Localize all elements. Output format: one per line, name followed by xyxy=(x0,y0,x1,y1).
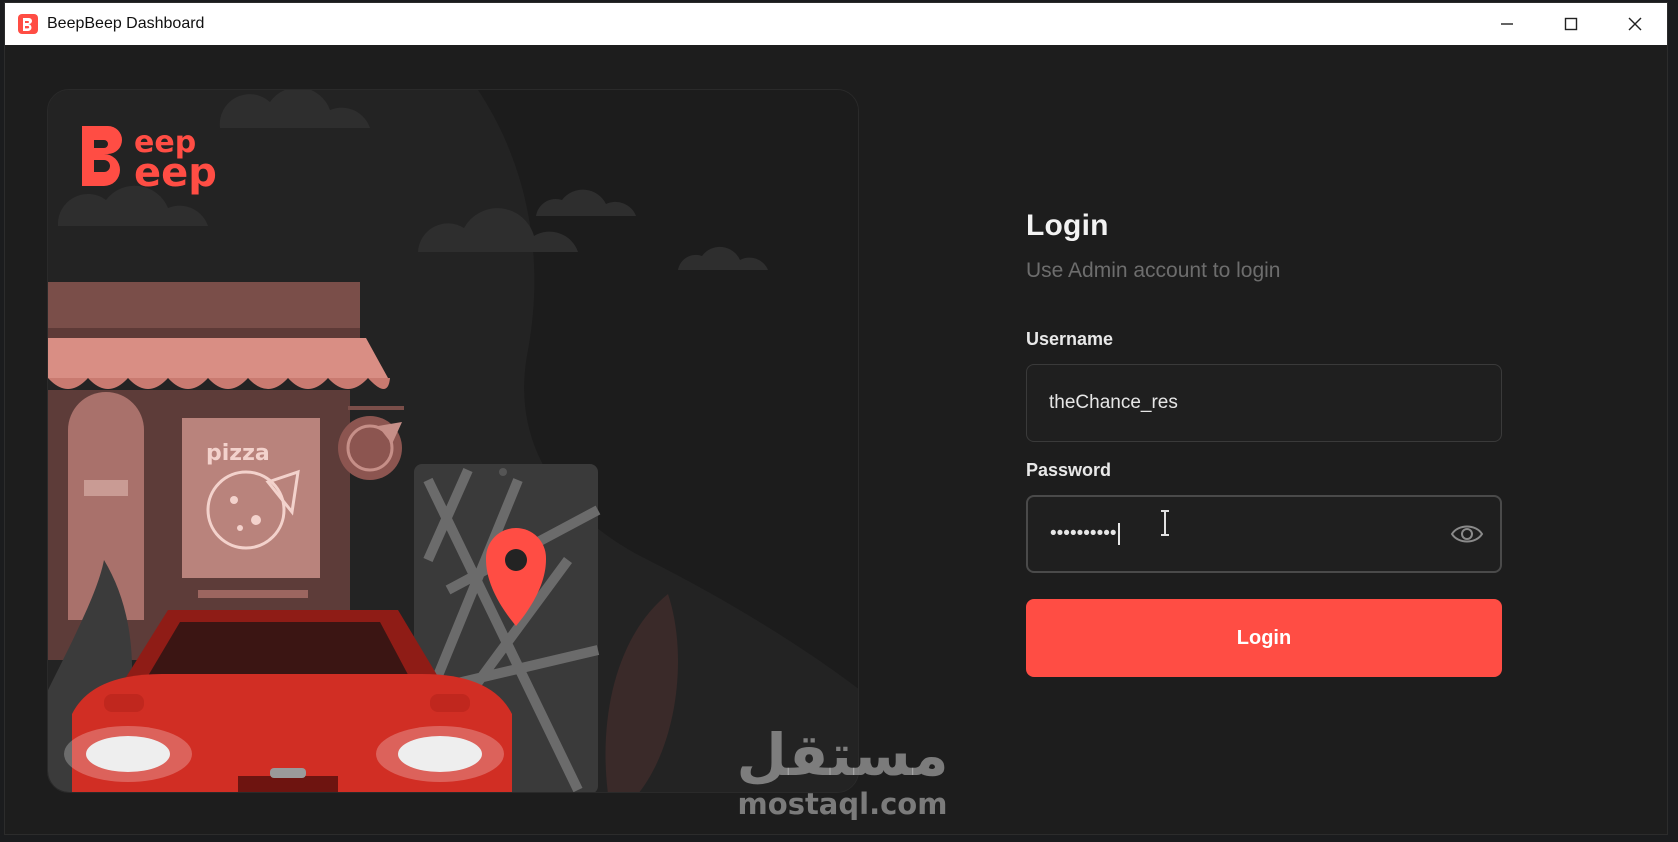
login-title: Login xyxy=(1026,209,1109,242)
app-window: BeepBeep Dashboard eep eep pizza Login U… xyxy=(4,2,1668,835)
login-button[interactable]: Login xyxy=(1026,599,1502,677)
ibeam-cursor-icon xyxy=(1161,510,1169,536)
password-label: Password xyxy=(1026,460,1112,480)
password-value: •••••••••• xyxy=(1050,523,1117,544)
pizza-sign-text: pizza xyxy=(206,441,270,466)
restaurant-illustration: eep eep pizza xyxy=(48,90,858,792)
svg-text:eep: eep xyxy=(134,150,217,196)
maximize-icon xyxy=(1564,17,1578,31)
window-controls xyxy=(1475,3,1667,45)
username-field[interactable]: theChance_res xyxy=(1026,364,1502,442)
username-label: Username xyxy=(1026,329,1114,349)
pizza-sign-icon xyxy=(338,416,402,480)
watermark: مستقل mostaql.com xyxy=(735,725,950,821)
window-title: BeepBeep Dashboard xyxy=(47,15,205,32)
close-button[interactable] xyxy=(1603,3,1667,45)
watermark-latin: mostaql.com xyxy=(737,787,948,821)
maximize-button[interactable] xyxy=(1539,3,1603,45)
watermark-arabic: مستقل xyxy=(736,721,949,789)
password-field[interactable]: •••••••••• xyxy=(1026,495,1502,573)
login-panel: Login Use Admin account to login Usernam… xyxy=(1026,209,1504,677)
username-value: theChance_res xyxy=(1049,392,1178,413)
illustration-card: eep eep pizza xyxy=(47,89,859,793)
close-icon xyxy=(1628,17,1642,31)
main-content: eep eep pizza Login Use Admin account to… xyxy=(5,45,1667,834)
app-logo-icon xyxy=(18,14,38,34)
store-awning xyxy=(48,338,390,389)
title-bar[interactable]: BeepBeep Dashboard xyxy=(5,3,1667,45)
text-caret xyxy=(1117,523,1120,545)
login-subtitle: Use Admin account to login xyxy=(1026,259,1281,282)
minimize-icon xyxy=(1501,23,1513,25)
minimize-button[interactable] xyxy=(1475,3,1539,45)
eye-icon[interactable] xyxy=(1450,521,1484,547)
